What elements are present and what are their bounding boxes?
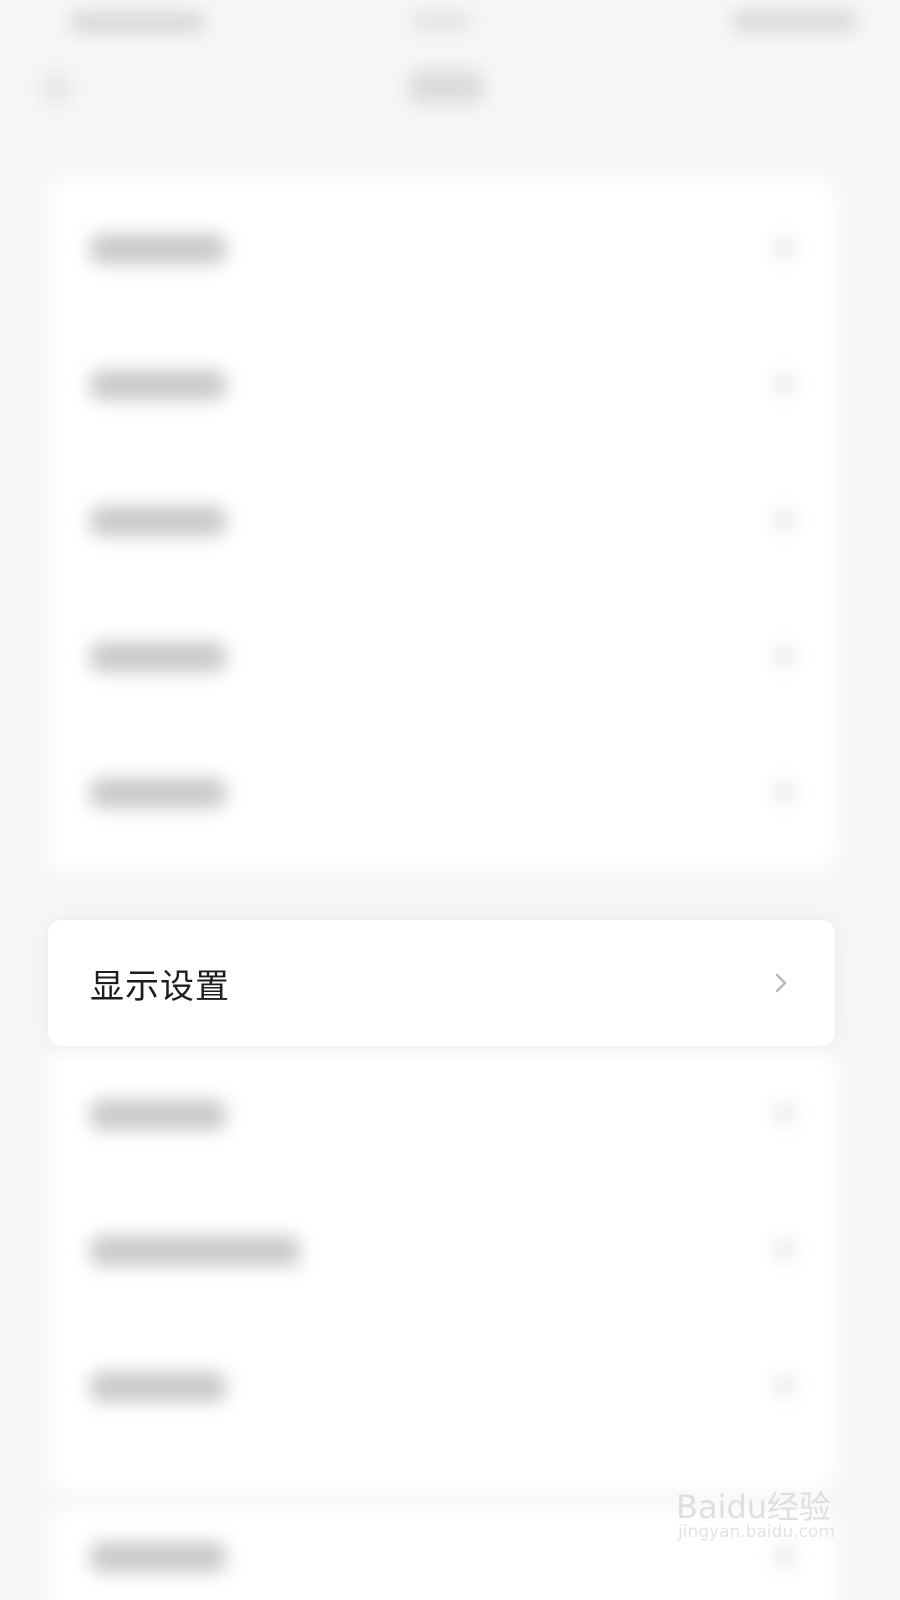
baidu-jingyan-watermark: Baidu经验 jingyan.baidu.com	[676, 1474, 846, 1564]
blurred-setting-label	[90, 1236, 300, 1266]
status-center-area	[410, 12, 472, 30]
chevron-right-icon	[769, 971, 793, 995]
blurred-setting-row[interactable]	[48, 1048, 835, 1184]
blurred-setting-label	[90, 506, 226, 536]
back-icon[interactable]	[40, 72, 72, 104]
settings-group-top	[48, 180, 835, 870]
chevron-right-icon	[773, 236, 797, 260]
blurred-setting-row[interactable]	[48, 182, 835, 318]
top-navigation	[0, 52, 900, 124]
blurred-setting-label	[90, 642, 226, 672]
blurred-background	[0, 0, 900, 1600]
chevron-right-icon	[773, 1238, 797, 1262]
chevron-right-icon	[773, 644, 797, 668]
blurred-setting-row[interactable]	[48, 726, 835, 862]
watermark-url-text: jingyan.baidu.com	[678, 1522, 835, 1542]
blurred-setting-row[interactable]	[48, 590, 835, 726]
blurred-setting-row[interactable]	[48, 454, 835, 590]
blurred-setting-label	[90, 234, 226, 264]
chevron-right-icon	[773, 1374, 797, 1398]
display-settings-label: 显示设置	[90, 966, 230, 1007]
blurred-setting-label	[90, 370, 226, 400]
status-bar	[0, 0, 900, 48]
blurred-setting-row[interactable]	[48, 318, 835, 454]
chevron-right-icon	[773, 780, 797, 804]
blurred-setting-label	[90, 1100, 226, 1130]
blurred-setting-label	[90, 778, 226, 808]
settings-group-bottom	[48, 1050, 835, 1490]
blurred-setting-row[interactable]	[48, 1184, 835, 1320]
blurred-setting-row[interactable]	[48, 1320, 835, 1456]
chevron-right-icon	[773, 372, 797, 396]
status-right-area	[732, 10, 857, 32]
page-title	[408, 70, 483, 104]
chevron-right-icon	[773, 1102, 797, 1126]
chevron-right-icon	[773, 508, 797, 532]
blurred-setting-label	[90, 1372, 226, 1402]
blurred-setting-label	[90, 1542, 226, 1572]
settings-screen: 显示设置 Baidu经验 jingyan.baidu.com	[0, 0, 900, 1600]
status-left-area	[70, 12, 205, 32]
display-settings-item[interactable]: 显示设置	[48, 920, 835, 1046]
